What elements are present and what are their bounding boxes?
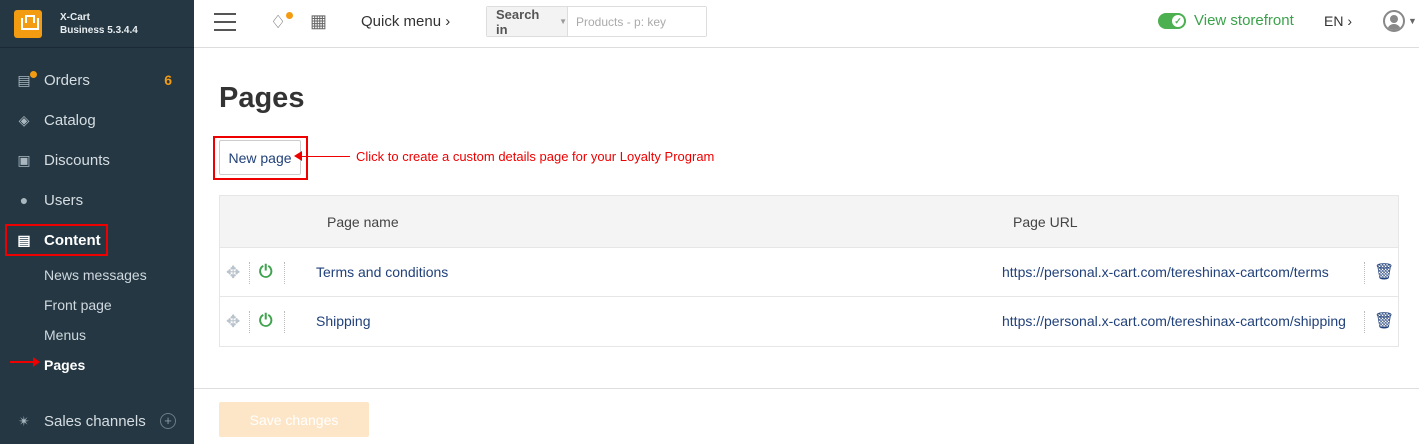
power-toggle-icon[interactable]: ⏻ [259, 311, 272, 331]
page-url-link[interactable]: https://personal.x-cart.com/tereshinax-c… [1002, 264, 1354, 280]
gift-icon: ▣ [17, 151, 31, 168]
divider [1364, 311, 1365, 333]
divider [249, 311, 250, 333]
trash-icon[interactable]: 🗑 [1374, 311, 1394, 331]
user-avatar-icon[interactable] [1383, 10, 1405, 32]
network-icon: ✴ [18, 412, 30, 429]
pages-table: Page name Page URL ✥ ⏻ Terms and conditi… [219, 195, 1399, 347]
sidebar: X-Cart Business 5.3.4.4 ▤ Orders 6 ◈ Cat… [0, 0, 194, 444]
trash-icon[interactable]: 🗑 [1374, 262, 1394, 282]
sidebar-item-label: Catalog [44, 111, 96, 129]
brand-name: X-Cart [60, 11, 91, 23]
power-toggle-icon[interactable]: ⏻ [259, 262, 272, 282]
sidebar-item-sales-channels[interactable]: ✴ Sales channels + [0, 401, 194, 441]
users-icon: ● [19, 192, 29, 208]
table-row: ✥ ⏻ Shipping https://personal.x-cart.com… [219, 297, 1399, 347]
sidebar-subitem-menus[interactable]: Menus [0, 320, 194, 350]
sidebar-subitem-news-messages[interactable]: News messages [0, 260, 194, 290]
sidebar-item-label: Sales channels [44, 412, 146, 430]
sidebar-nav: ▤ Orders 6 ◈ Catalog ▣ Discounts ● Users… [0, 60, 194, 380]
store-icon[interactable]: ▦ [310, 11, 327, 32]
view-storefront-toggle[interactable]: View storefront [1158, 12, 1294, 29]
sidebar-subitem-label: Front page [44, 297, 112, 313]
drag-handle-icon[interactable]: ✥ [226, 263, 240, 283]
bell-icon[interactable]: ♢ [270, 12, 286, 33]
quick-menu-label: Quick menu [361, 13, 442, 30]
notification-dot [286, 12, 293, 19]
divider [284, 311, 285, 333]
column-header-page-name[interactable]: Page name [327, 214, 399, 230]
search-input[interactable] [568, 7, 706, 36]
sidebar-item-users[interactable]: ● Users [0, 180, 194, 220]
sidebar-item-label: Discounts [44, 151, 110, 169]
table-row: ✥ ⏻ Terms and conditions https://persona… [219, 247, 1399, 297]
page-title: Pages [219, 82, 305, 114]
hamburger-menu-icon[interactable] [214, 13, 236, 31]
content-highlight-box [5, 224, 108, 256]
divider [284, 262, 285, 284]
new-page-button[interactable]: New page [219, 140, 301, 175]
view-storefront-label[interactable]: View storefront [1194, 12, 1294, 29]
search-scope-label: Search in [496, 6, 540, 37]
page-name-link[interactable]: Terms and conditions [316, 264, 448, 280]
sidebar-item-catalog[interactable]: ◈ Catalog [0, 100, 194, 140]
page-name-link[interactable]: Shipping [316, 313, 371, 329]
page-url-link[interactable]: https://personal.x-cart.com/tereshinax-c… [1002, 313, 1354, 329]
brand: X-Cart Business 5.3.4.4 [0, 0, 194, 48]
annotation-text: Click to create a custom details page fo… [356, 149, 715, 164]
footer-bar: Save changes [194, 388, 1419, 444]
annotation-arrow [294, 151, 350, 161]
orders-count-badge: 6 [164, 72, 172, 88]
save-changes-button[interactable]: Save changes [219, 402, 369, 437]
search-scope-select[interactable]: Search in ▼ [487, 6, 568, 37]
sidebar-subitem-front-page[interactable]: Front page [0, 290, 194, 320]
toggle-switch-icon[interactable] [1158, 12, 1186, 29]
sidebar-item-orders[interactable]: ▤ Orders 6 [0, 60, 194, 100]
drag-handle-icon[interactable]: ✥ [226, 312, 240, 332]
language-selector[interactable]: EN › [1324, 13, 1352, 29]
chevron-down-icon: ▼ [559, 17, 567, 26]
xcart-logo-icon[interactable] [14, 9, 42, 38]
search-box: Search in ▼ [486, 6, 707, 37]
tags-icon: ◈ [18, 111, 30, 128]
brand-text: X-Cart Business 5.3.4.4 [60, 11, 138, 37]
sidebar-subitem-pages[interactable]: Pages [0, 350, 194, 380]
add-icon[interactable]: + [160, 413, 176, 429]
table-header: Page name Page URL [219, 195, 1399, 247]
sidebar-subitem-label: News messages [44, 267, 147, 283]
sidebar-subitem-label: Pages [44, 357, 86, 373]
brand-edition: Business 5.3.4.4 [60, 24, 138, 36]
pages-pointer-arrow [10, 357, 40, 367]
chevron-right-icon: › [445, 13, 451, 30]
notification-dot [30, 71, 37, 78]
topbar: ♢ ▦ Quick menu › Search in ▼ View storef… [194, 0, 1419, 48]
language-label: EN [1324, 13, 1344, 29]
sidebar-item-discounts[interactable]: ▣ Discounts [0, 140, 194, 180]
chevron-down-icon[interactable]: ▼ [1408, 16, 1417, 26]
divider [1364, 262, 1365, 284]
divider [249, 262, 250, 284]
quick-menu-button[interactable]: Quick menu › [361, 13, 450, 30]
column-header-page-url[interactable]: Page URL [1013, 214, 1078, 230]
chevron-right-icon: › [1347, 13, 1353, 29]
sidebar-item-label: Orders [44, 71, 90, 89]
sidebar-item-label: Users [44, 191, 84, 209]
sidebar-subitem-label: Menus [44, 327, 87, 343]
